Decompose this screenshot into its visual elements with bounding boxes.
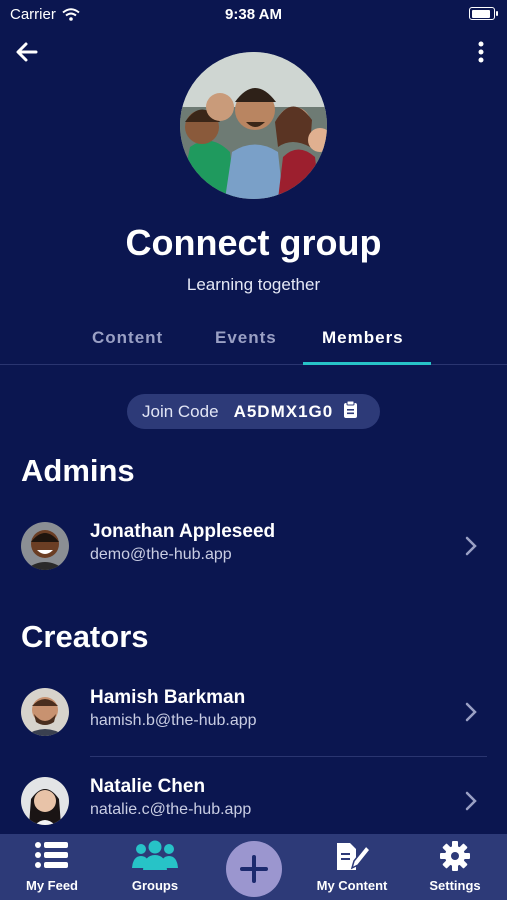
people-icon bbox=[105, 840, 205, 870]
chevron-right-icon bbox=[465, 791, 477, 811]
plus-icon bbox=[240, 855, 268, 883]
tab-members[interactable]: Members bbox=[322, 328, 404, 348]
member-email: hamish.b@the-hub.app bbox=[90, 712, 257, 729]
clipboard-icon[interactable] bbox=[343, 400, 358, 424]
avatar bbox=[21, 777, 69, 825]
back-button[interactable] bbox=[14, 38, 44, 66]
nav-my-content[interactable]: My Content bbox=[302, 834, 402, 900]
group-subtitle: Learning together bbox=[186, 275, 321, 294]
edit-content-icon bbox=[302, 840, 402, 872]
avatar bbox=[21, 688, 69, 736]
battery-level bbox=[471, 9, 490, 18]
member-row-hamish[interactable]: Hamish Barkman hamish.b@the-hub.app bbox=[0, 672, 507, 752]
join-code-pill[interactable]: Join Code A5DMX1G0 bbox=[127, 394, 380, 429]
more-vertical-icon bbox=[478, 41, 484, 63]
status-bar: Carrier 9:38 AM bbox=[0, 0, 507, 28]
add-button[interactable] bbox=[226, 841, 282, 897]
arrow-left-icon bbox=[16, 42, 38, 62]
gear-icon bbox=[405, 840, 505, 872]
nav-label: My Feed bbox=[25, 878, 78, 893]
nav-label: My Content bbox=[316, 878, 388, 893]
group-photo bbox=[180, 52, 327, 199]
nav-groups[interactable]: Groups bbox=[105, 834, 205, 900]
member-row-jonathan[interactable]: Jonathan Appleseed demo@the-hub.app bbox=[0, 506, 507, 586]
nav-label: Groups bbox=[131, 878, 179, 893]
nav-my-feed[interactable]: My Feed bbox=[2, 834, 102, 900]
join-code-label: Join Code bbox=[142, 401, 219, 421]
more-options-button[interactable] bbox=[469, 38, 493, 66]
nav-settings[interactable]: Settings bbox=[405, 834, 505, 900]
status-time: 9:38 AM bbox=[225, 6, 282, 23]
row-divider bbox=[90, 756, 487, 757]
battery-icon bbox=[469, 7, 498, 20]
member-email: natalie.c@the-hub.app bbox=[90, 801, 252, 818]
member-name: Jonathan Appleseed bbox=[90, 521, 276, 542]
active-tab-indicator bbox=[303, 362, 431, 365]
member-name: Natalie Chen bbox=[90, 776, 206, 797]
avatar bbox=[21, 522, 69, 570]
member-name: Hamish Barkman bbox=[90, 687, 246, 708]
tab-events[interactable]: Events bbox=[215, 328, 277, 348]
group-name: Connect group bbox=[125, 222, 382, 263]
list-icon bbox=[2, 840, 102, 870]
admins-heading: Admins bbox=[21, 453, 135, 488]
chevron-right-icon bbox=[465, 702, 477, 722]
tab-content[interactable]: Content bbox=[92, 328, 163, 348]
chevron-right-icon bbox=[465, 536, 477, 556]
join-code-value: A5DMX1G0 bbox=[233, 401, 334, 421]
tab-bar: Content Events Members bbox=[0, 316, 507, 365]
creators-heading: Creators bbox=[21, 619, 149, 654]
member-email: demo@the-hub.app bbox=[90, 546, 232, 563]
member-row-natalie[interactable]: Natalie Chen natalie.c@the-hub.app bbox=[0, 761, 507, 841]
nav-label: Settings bbox=[429, 878, 481, 893]
